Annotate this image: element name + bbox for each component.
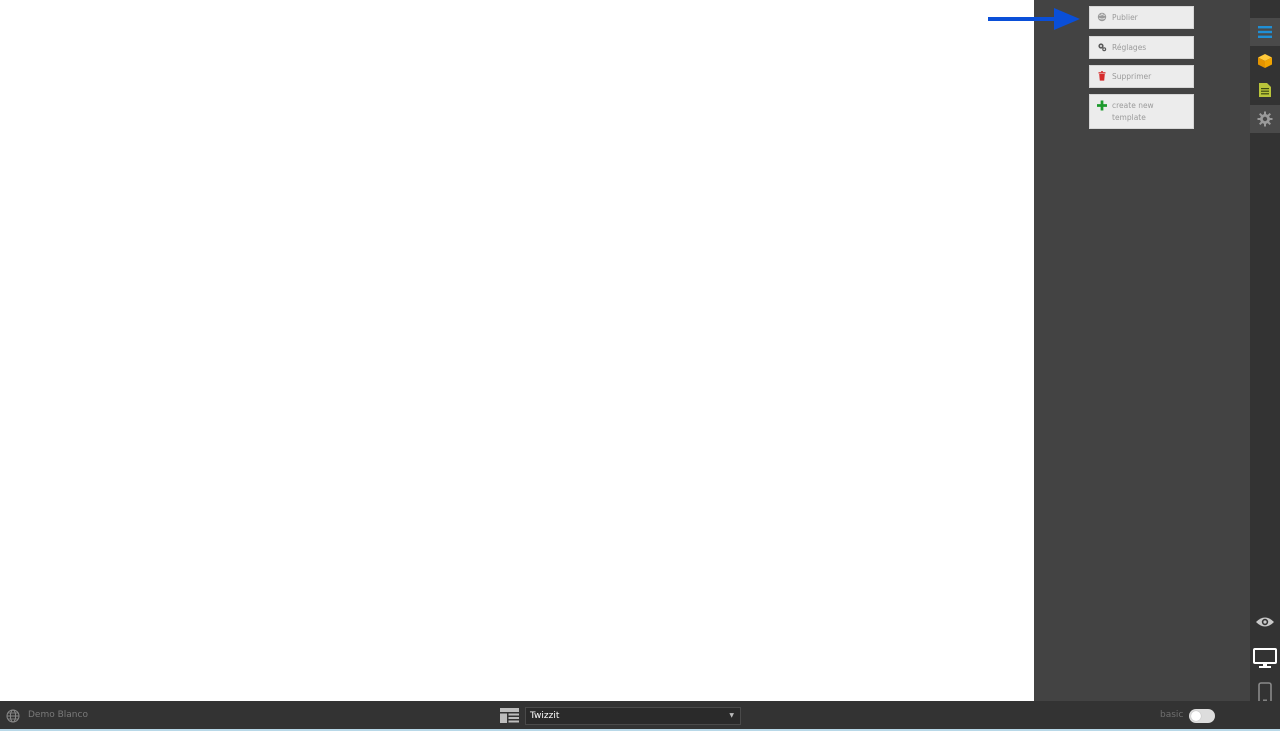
settings-label: Réglages xyxy=(1112,43,1147,52)
trash-icon xyxy=(1097,71,1107,81)
create-template-button[interactable]: create new template xyxy=(1089,94,1194,129)
globe-icon xyxy=(6,709,20,723)
publish-button[interactable]: Publier xyxy=(1089,6,1194,29)
site-name: Demo Blanco xyxy=(28,710,88,720)
mode-label: basic xyxy=(1160,710,1184,720)
chevron-down-icon: ▼ xyxy=(729,712,734,719)
create-template-label-line1: create new xyxy=(1112,101,1154,110)
arrow-annotation-icon xyxy=(988,8,1080,30)
template-select-value: Twizzit xyxy=(530,711,560,721)
delete-button[interactable]: Supprimer xyxy=(1089,65,1194,88)
menu-icon xyxy=(1258,26,1272,38)
page-icon xyxy=(1259,83,1271,97)
gear-icon xyxy=(1257,111,1273,127)
bottom-toolbar: Demo Blanco Twizzit ▼ basic xyxy=(0,701,1280,731)
publish-label: Publier xyxy=(1112,13,1138,22)
toggle-knob xyxy=(1191,711,1201,721)
plus-icon xyxy=(1097,100,1107,110)
globe-icon xyxy=(1097,12,1107,22)
eye-icon xyxy=(1256,617,1274,627)
page-canvas[interactable] xyxy=(0,0,1034,701)
layout-icon xyxy=(500,708,519,723)
icon-rail xyxy=(1250,0,1280,704)
gears-icon xyxy=(1097,42,1107,52)
desktop-view-button[interactable] xyxy=(1250,645,1280,673)
delete-label: Supprimer xyxy=(1112,72,1152,81)
menu-button[interactable] xyxy=(1250,18,1280,46)
create-template-label: create new template xyxy=(1112,100,1154,124)
settings-rail-button[interactable] xyxy=(1250,105,1280,133)
preview-button[interactable] xyxy=(1250,608,1280,636)
cube-icon xyxy=(1258,54,1272,68)
blocks-button[interactable] xyxy=(1250,47,1280,75)
template-select[interactable]: Twizzit ▼ xyxy=(525,707,741,725)
settings-button[interactable]: Réglages xyxy=(1089,36,1194,59)
desktop-icon xyxy=(1253,648,1277,668)
pages-button[interactable] xyxy=(1250,76,1280,104)
mode-toggle[interactable] xyxy=(1189,709,1215,723)
create-template-label-line2: template xyxy=(1112,113,1146,122)
